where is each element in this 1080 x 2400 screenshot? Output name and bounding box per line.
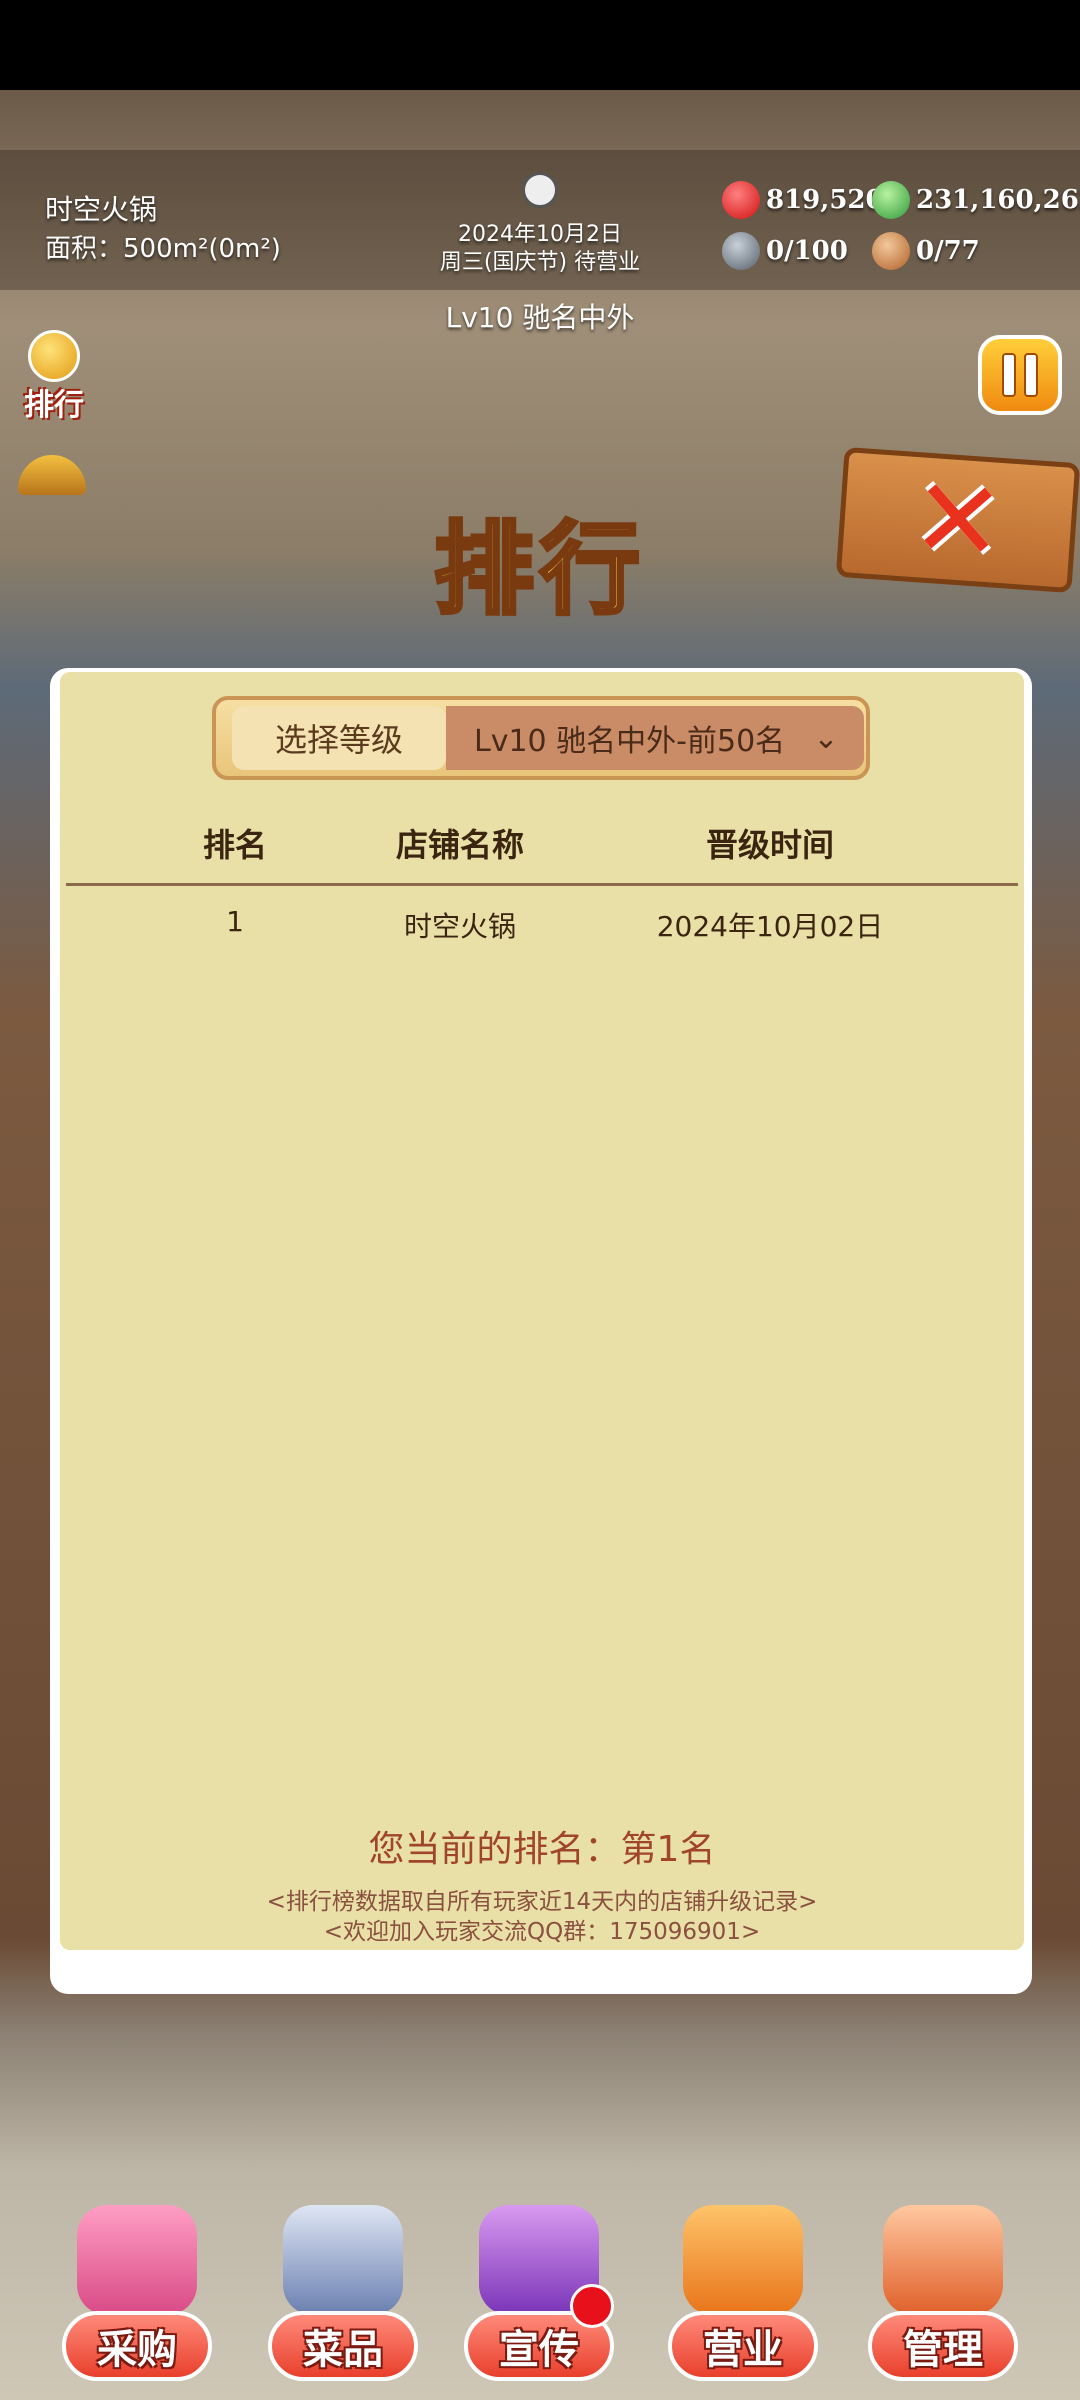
level-select-value[interactable]: Lv10 驰名中外-前50名 [446,706,864,770]
hearts-count: 819,520 [766,185,884,215]
market-stall-icon [77,2205,197,2315]
row-rank: 1 [226,905,244,938]
day-status-text: 周三(国庆节) 待营业 [439,250,641,275]
close-button[interactable]: ✕ [835,446,1080,594]
row-promotion-time: 2024年10月02日 [656,910,884,943]
table-row: 1 时空火锅 2024年10月02日 [60,895,1024,965]
table-capacity-icon [722,232,760,270]
column-header-rank: 排名 [202,826,267,864]
cash-count: 231,160,262 [916,185,1080,215]
column-header-promotion-time: 晋级时间 [705,826,834,864]
nav-management-label: 管理 [868,2311,1018,2381]
clock-icon [522,172,558,208]
level-select-label: 选择等级 [232,706,446,770]
nav-management-button[interactable]: 管理 [868,2205,1018,2385]
shop-area: 面积：500m²(0m²) [45,234,281,264]
nav-purchase-label: 采购 [62,2311,212,2381]
nav-purchase-button[interactable]: 采购 [62,2205,212,2385]
data-source-note: <排行榜数据取自所有玩家近14天内的店铺升级记录> [266,1889,818,1915]
chevron-down-icon[interactable]: ⌄ [806,714,846,762]
capacity-count: 0/100 [766,236,848,266]
nav-dishes-button[interactable]: 菜品 [268,2205,418,2385]
nav-dishes-label: 菜品 [268,2311,418,2381]
dish-cloche-icon [683,2205,803,2315]
my-rank-text: 您当前的排名：第1名 [368,1829,716,1870]
shop-name: 时空火锅 [45,193,158,226]
nav-business-label: 营业 [668,2311,818,2381]
column-header-shop-name: 店铺名称 [395,826,524,864]
frying-pan-icon [283,2205,403,2315]
medal-icon [28,330,80,382]
cash-icon [872,181,910,219]
popup-title: 排行 [432,509,646,630]
close-icon: ✕ [907,452,1009,588]
qq-group-note: <欢迎加入玩家交流QQ群：175096901> [323,1919,761,1945]
header-divider [66,883,1018,886]
notification-badge [570,2284,614,2328]
nav-business-button[interactable]: 营业 [668,2205,818,2385]
pause-icon [1002,353,1016,397]
pause-icon-bar [1024,353,1038,397]
level-banner: Lv10 驰名中外 [445,301,635,334]
rank-side-label: 排行 [24,388,84,423]
row-shop-name: 时空火锅 [403,910,516,943]
pause-button[interactable] [978,335,1062,415]
heart-icon [722,181,760,219]
staff-icon [872,232,910,270]
staff-count: 0/77 [916,236,980,266]
staff-avatar-icon [883,2205,1003,2315]
status-bar [0,0,1080,90]
rank-side-button[interactable]: 排行 [14,330,94,423]
